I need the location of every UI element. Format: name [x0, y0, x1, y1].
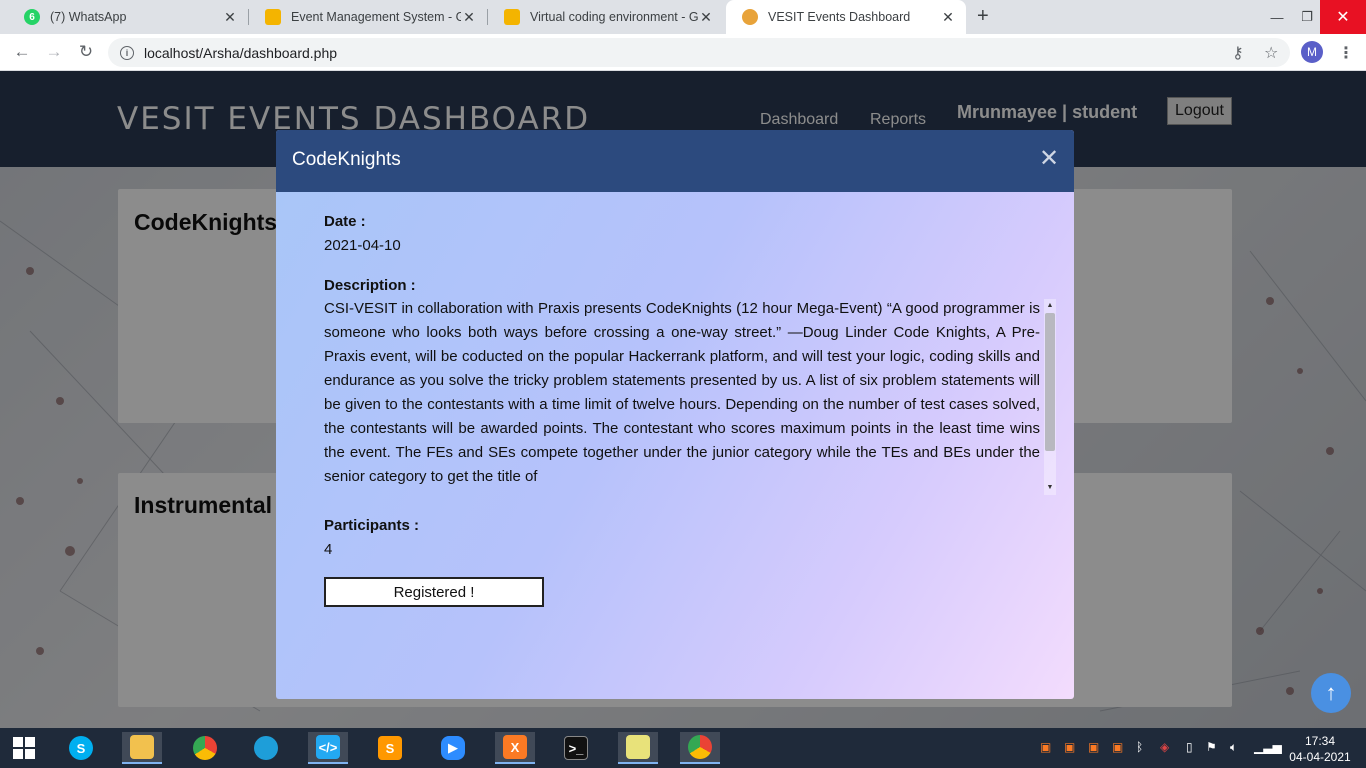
tray-mysql-icon[interactable]: ▣ — [1088, 740, 1099, 754]
tab-title: VESIT Events Dashboard — [768, 10, 911, 24]
tray-apache-icon[interactable]: ▣ — [1064, 740, 1075, 754]
google-slides-icon — [504, 9, 520, 25]
browser-tab-strip: 6 (7) WhatsApp ✕ Event Management System… — [0, 0, 1366, 34]
date-value: 2021-04-10 — [324, 237, 401, 254]
volume-icon[interactable]: 🔈︎ — [1230, 740, 1237, 755]
edge-icon[interactable] — [246, 732, 286, 764]
command-prompt-icon[interactable]: >_ — [556, 732, 596, 764]
profile-avatar[interactable]: M — [1301, 41, 1323, 63]
url-text: localhost/Arsha/dashboard.php — [144, 44, 338, 61]
sublime-text-icon[interactable]: S — [370, 732, 410, 764]
tab-virtual-coding[interactable]: Virtual coding environment - Go ✕ — [488, 0, 724, 34]
windows-taskbar: S </> S ▶ X >_ ▣ ▣ ▣ ▣ ᛒ ◈ ▯ ⚑ 🔈︎ ▁▃▅ 17… — [0, 728, 1366, 768]
skype-icon[interactable]: S — [61, 732, 101, 764]
tray-xampp-icon[interactable]: ▣ — [1040, 740, 1051, 754]
date-label: Date : — [324, 213, 366, 230]
file-explorer-icon[interactable] — [122, 732, 162, 764]
whatsapp-icon: 6 — [24, 9, 40, 25]
google-slides-icon — [265, 9, 281, 25]
modal-title: CodeKnights — [292, 149, 401, 170]
battery-icon[interactable]: ▯ — [1186, 740, 1193, 754]
close-tab-icon[interactable]: ✕ — [461, 9, 477, 26]
tab-event-management[interactable]: Event Management System - Go ✕ — [249, 0, 487, 34]
forward-icon[interactable]: → — [43, 41, 65, 63]
close-window-icon[interactable]: ✕ — [1320, 0, 1366, 34]
minimize-icon[interactable]: — — [1262, 0, 1292, 34]
description-scroll-area[interactable]: CSI-VESIT in collaboration with Praxis p… — [324, 297, 1058, 494]
close-tab-icon[interactable]: ✕ — [940, 9, 956, 26]
scroll-up-icon[interactable]: ▲ — [1044, 300, 1056, 312]
password-key-icon[interactable]: ⚷ — [1232, 43, 1244, 63]
restore-icon[interactable]: ❐ — [1292, 0, 1322, 34]
back-icon[interactable]: ← — [11, 41, 33, 63]
clock-date: 04-04-2021 — [1289, 750, 1351, 764]
tray-filezilla-icon[interactable]: ▣ — [1112, 740, 1123, 754]
menu-kebab-icon[interactable]: ⋮ — [1338, 43, 1354, 63]
description-label: Description : — [324, 277, 416, 294]
modal-close-icon[interactable]: ✕ — [1038, 147, 1060, 171]
tab-title: Event Management System - Go — [291, 10, 461, 24]
participants-value: 4 — [324, 541, 333, 558]
bluetooth-icon[interactable]: ᛒ — [1136, 740, 1143, 754]
event-details-modal: CodeKnights ✕ Date : 2021-04-10 Descript… — [276, 130, 1074, 699]
scroll-down-icon[interactable]: ▼ — [1044, 482, 1056, 494]
zoom-icon[interactable]: ▶ — [433, 732, 473, 764]
tab-title: Virtual coding environment - Go — [530, 10, 698, 24]
tab-title: (7) WhatsApp — [50, 10, 127, 24]
tab-whatsapp[interactable]: 6 (7) WhatsApp ✕ — [8, 0, 248, 34]
modal-header: CodeKnights ✕ — [276, 130, 1074, 192]
scroll-to-top-icon[interactable]: ↑ — [1311, 673, 1351, 713]
reload-icon[interactable]: ↻ — [75, 41, 97, 63]
address-bar[interactable]: i localhost/Arsha/dashboard.php — [108, 38, 1290, 67]
scrollbar-thumb[interactable] — [1045, 313, 1055, 451]
registered-button[interactable]: Registered ! — [324, 577, 544, 607]
page-content: CodeKnights Instrumental VESIT EVENTS DA… — [0, 71, 1366, 728]
flag-icon[interactable]: ⚑ — [1206, 740, 1217, 754]
antivirus-icon[interactable]: ◈ — [1160, 740, 1169, 754]
participants-label: Participants : — [324, 517, 420, 534]
chrome-icon[interactable] — [185, 732, 225, 764]
browser-toolbar: ← → ↻ i localhost/Arsha/dashboard.php — [0, 34, 1366, 71]
wifi-icon[interactable]: ▁▃▅ — [1254, 740, 1282, 754]
site-info-icon[interactable]: i — [120, 45, 134, 60]
bookmark-star-icon[interactable]: ☆ — [1264, 43, 1278, 63]
chrome-profile-icon[interactable] — [680, 732, 720, 764]
clock-time: 17:34 — [1304, 734, 1336, 748]
tab-vesit-dashboard[interactable]: VESIT Events Dashboard ✕ — [726, 0, 966, 34]
close-tab-icon[interactable]: ✕ — [698, 9, 714, 26]
windows-start-icon[interactable] — [4, 732, 44, 764]
new-tab-icon[interactable]: + — [977, 5, 989, 28]
close-tab-icon[interactable]: ✕ — [222, 9, 238, 26]
description-text: CSI-VESIT in collaboration with Praxis p… — [324, 300, 1040, 485]
sticky-notes-icon[interactable] — [618, 732, 658, 764]
system-clock[interactable]: 17:34 04-04-2021 — [1286, 733, 1354, 765]
site-favicon-icon — [742, 9, 758, 25]
xampp-icon[interactable]: X — [495, 732, 535, 764]
vscode-icon[interactable]: </> — [308, 732, 348, 764]
